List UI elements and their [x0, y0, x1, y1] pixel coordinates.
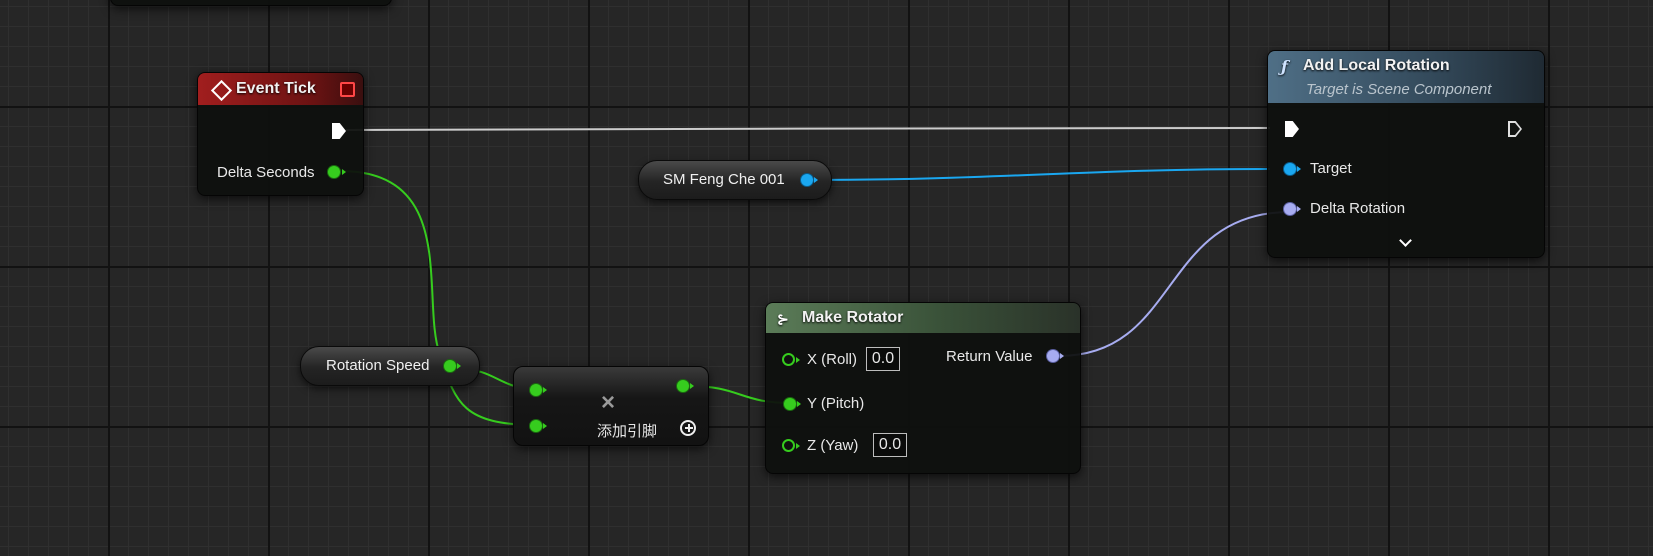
offscreen-node-fragment[interactable] [110, 0, 392, 6]
z-yaw-pin[interactable] [782, 439, 795, 452]
event-tick-header[interactable]: Event Tick [198, 73, 363, 105]
multiply-input-a-arrow [543, 387, 547, 393]
return-value-wire [1058, 211, 1291, 357]
chevron-down-icon[interactable] [1399, 234, 1412, 247]
function-icon: ƒ [1281, 57, 1288, 76]
delta-seconds-wire [339, 170, 537, 426]
delta-rotation-pin-arrow [1297, 206, 1301, 212]
x-roll-label: X (Roll) [807, 351, 858, 368]
event-tick-node[interactable]: Event Tick Delta Seconds [197, 72, 364, 196]
multiply-output-arrow [690, 383, 694, 389]
multiply-operator-icon: × [601, 389, 616, 416]
rotation-speed-variable-node[interactable]: Rotation Speed [300, 346, 480, 386]
z-yaw-value-input[interactable]: 0.0 [873, 433, 907, 457]
delta-seconds-pin-arrow [342, 169, 346, 175]
plus-circle-icon[interactable] [680, 420, 696, 436]
return-value-label: Return Value [946, 348, 1033, 365]
return-value-pin-arrow [1060, 353, 1064, 359]
z-yaw-pin-arrow [796, 443, 800, 449]
target-label: Target [1310, 160, 1352, 177]
event-diamond-icon [210, 79, 233, 102]
exec-wire [345, 127, 1271, 131]
z-yaw-label: Z (Yaw) [807, 437, 859, 454]
breakpoint-icon[interactable] [340, 82, 355, 97]
x-roll-pin-arrow [796, 357, 800, 363]
make-struct-icon: ⊱ [777, 311, 789, 327]
multiply-input-b-arrow [543, 423, 547, 429]
multiply-input-a-pin[interactable] [530, 384, 542, 396]
add-local-rotation-node[interactable]: ƒ Add Local Rotation Target is Scene Com… [1267, 50, 1545, 258]
sm-feng-che-output-pin[interactable] [801, 174, 813, 186]
make-rotator-title: Make Rotator [802, 309, 904, 326]
rotation-speed-output-pin[interactable] [444, 360, 456, 372]
y-pitch-pin-arrow [797, 401, 801, 407]
sm-feng-che-label: SM Feng Che 001 [663, 171, 785, 188]
y-pitch-label: Y (Pitch) [807, 395, 865, 412]
make-rotator-node[interactable]: ⊱ Make Rotator X (Roll) 0.0 Return Value… [765, 302, 1081, 474]
sm-feng-che-pin-arrow [814, 177, 818, 183]
make-rotator-header[interactable]: ⊱ Make Rotator [766, 303, 1080, 333]
delta-seconds-label: Delta Seconds [217, 164, 315, 181]
multiply-input-b-pin[interactable] [530, 420, 542, 432]
delta-rotation-pin[interactable] [1284, 203, 1296, 215]
add-local-rotation-exec-in-pin[interactable] [1285, 121, 1299, 137]
add-local-rotation-title: Add Local Rotation [1303, 57, 1450, 74]
target-pin[interactable] [1284, 163, 1296, 175]
add-local-rotation-exec-out-pin[interactable] [1508, 121, 1522, 137]
delta-seconds-pin[interactable] [328, 166, 340, 178]
x-roll-pin[interactable] [782, 353, 795, 366]
delta-rotation-label: Delta Rotation [1310, 200, 1406, 217]
target-pin-arrow [1297, 166, 1301, 172]
event-tick-title: Event Tick [236, 80, 316, 97]
y-pitch-pin[interactable] [784, 398, 796, 410]
add-local-rotation-subtitle: Target is Scene Component [1306, 81, 1492, 98]
add-local-rotation-header[interactable]: ƒ Add Local Rotation Target is Scene Com… [1268, 51, 1544, 103]
event-tick-exec-out-pin[interactable] [332, 123, 346, 139]
rotation-speed-label: Rotation Speed [326, 357, 430, 374]
multiply-node[interactable]: × 添加引脚 [513, 366, 709, 446]
return-value-pin[interactable] [1047, 350, 1059, 362]
target-wire [807, 168, 1271, 181]
multiply-output-pin[interactable] [677, 380, 689, 392]
sm-feng-che-variable-node[interactable]: SM Feng Che 001 [638, 160, 832, 200]
add-pin-label[interactable]: 添加引脚 [597, 420, 657, 441]
x-roll-value-input[interactable]: 0.0 [866, 347, 900, 371]
rotation-speed-pin-arrow [457, 363, 461, 369]
